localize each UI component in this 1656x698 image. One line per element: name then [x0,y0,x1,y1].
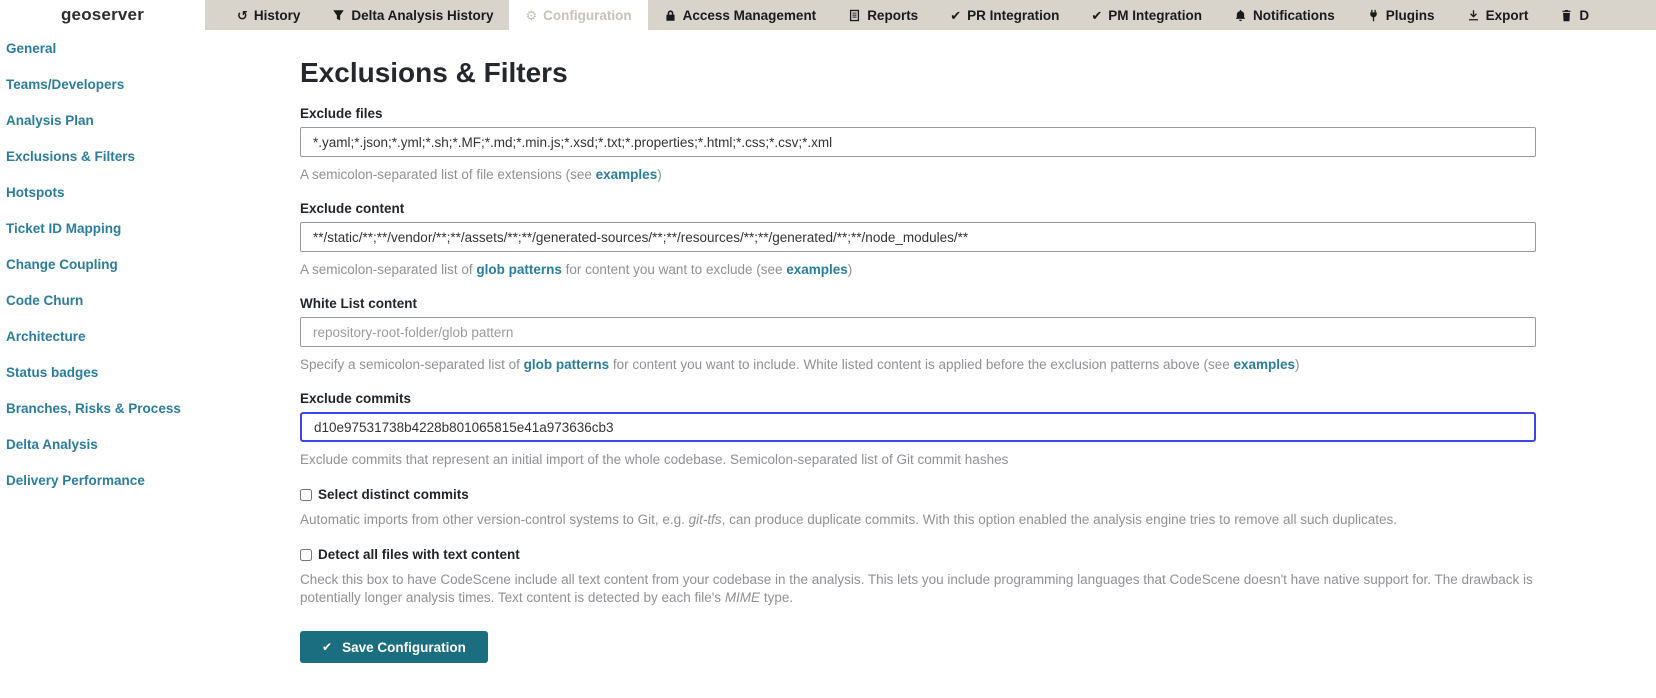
help-text: for content you want to include. White l… [609,357,1234,372]
trash-icon [1562,9,1571,21]
tab-export[interactable]: Export [1451,0,1545,30]
tab-pr-integration[interactable]: ✔ PR Integration [934,0,1075,30]
select-distinct-help: Automatic imports from other version-con… [300,511,1536,529]
exclude-commits-input[interactable] [300,412,1536,442]
exclude-files-field: Exclude files A semicolon-separated list… [300,106,1536,184]
sidebar-item-analysis-plan[interactable]: Analysis Plan [0,102,300,138]
mime-emphasis: MIME [724,590,761,605]
sidebar-item-status-badges[interactable]: Status badges [0,354,300,390]
exclude-content-input[interactable] [300,222,1536,252]
tab-delete-truncated[interactable]: D [1544,0,1605,30]
app-logo[interactable]: geoserver [61,5,144,25]
help-text: Automatic imports from other version-con… [300,512,689,527]
sidebar-item-delta-analysis[interactable]: Delta Analysis [0,426,300,462]
help-text: A semicolon-separated list of [300,262,477,277]
tab-label: Notifications [1253,7,1335,23]
help-text: for content you want to exclude (see [561,262,787,277]
select-distinct-label: Select distinct commits [318,487,469,502]
tab-label: Access Management [682,7,817,23]
exclude-content-help: A semicolon-separated list of glob patte… [300,261,1536,279]
help-text: A semicolon-separated list of file exten… [300,167,596,182]
detect-text-row: Detect all files with text content [300,547,1536,562]
tab-delta-analysis-history[interactable]: Delta Analysis History [316,0,509,30]
tab-label: Export [1485,7,1529,23]
save-configuration-button[interactable]: ✔ Save Configuration [300,631,488,663]
tab-access-management[interactable]: Access Management [648,0,833,30]
lock-icon [666,9,675,21]
tab-label: Configuration [543,7,632,23]
exclude-content-field: Exclude content A semicolon-separated li… [300,201,1536,279]
main-content: Exclusions & Filters Exclude files A sem… [300,30,1536,663]
tab-label: PM Integration [1108,7,1203,23]
help-text: type. [760,590,794,605]
examples-link[interactable]: examples [596,167,658,182]
exclude-commits-help: Exclude commits that represent an initia… [300,452,1009,467]
sidebar-item-branches-risks-process[interactable]: Branches, Risks & Process [0,390,300,426]
select-distinct-row: Select distinct commits [300,487,1536,502]
white-list-help: Specify a semicolon-separated list of gl… [300,356,1536,374]
detect-text-help: Check this box to have CodeScene include… [300,571,1536,607]
help-text: ) [1295,357,1300,372]
tab-pm-integration[interactable]: ✔ PM Integration [1075,0,1218,30]
tab-label: History [253,7,301,23]
sidebar-item-ticket-id-mapping[interactable]: Ticket ID Mapping [0,210,300,246]
tab-history[interactable]: ↺ History [221,0,316,30]
select-distinct-checkbox[interactable] [300,488,312,501]
tab-label: PR Integration [967,7,1060,23]
config-sidebar: General Teams/Developers Analysis Plan E… [0,30,300,498]
help-text: ) [847,262,853,277]
exclude-content-label: Exclude content [300,201,405,216]
examples-link[interactable]: examples [1234,357,1296,372]
sidebar-item-architecture[interactable]: Architecture [0,318,300,354]
exclude-commits-label: Exclude commits [300,391,412,406]
check-icon: ✔ [950,7,962,23]
sidebar-item-change-coupling[interactable]: Change Coupling [0,246,300,282]
sidebar-item-general[interactable]: General [0,30,300,66]
white-list-input[interactable] [300,317,1536,347]
tab-label: Delta Analysis History [351,7,494,23]
detect-text-checkbox[interactable] [300,548,312,561]
sidebar-item-hotspots[interactable]: Hotspots [0,174,300,210]
help-text: ) [657,167,662,182]
tab-label: D [1579,7,1590,23]
tab-label: Plugins [1385,7,1435,23]
detect-text-label: Detect all files with text content [318,547,520,562]
page-title: Exclusions & Filters [300,57,568,88]
top-nav-tabs: ↺ History Delta Analysis History ⚙ Confi… [205,0,1656,30]
tab-notifications[interactable]: Notifications [1218,0,1351,30]
history-icon: ↺ [237,7,248,23]
check-icon: ✔ [322,640,333,654]
tab-configuration[interactable]: ⚙ Configuration [509,0,648,30]
examples-link[interactable]: examples [786,262,848,277]
tab-label: Reports [867,7,919,23]
exclude-files-help: A semicolon-separated list of file exten… [300,166,1536,184]
sidebar-item-delivery-performance[interactable]: Delivery Performance [0,462,300,498]
glob-patterns-link[interactable]: glob patterns [524,357,610,372]
help-text: , can produce duplicate commits. With th… [721,512,1398,527]
sidebar-item-exclusions-filters[interactable]: Exclusions & Filters [0,138,300,174]
filter-icon [333,9,345,20]
help-text: Specify a semicolon-separated list of [300,357,524,372]
exclude-commits-field: Exclude commits Exclude commits that rep… [300,391,1536,469]
exclude-files-label: Exclude files [300,106,383,121]
git-tfs-emphasis: git-tfs [688,512,722,527]
check-icon: ✔ [1091,7,1103,23]
logo-area: geoserver [0,0,205,30]
gears-icon: ⚙ [525,7,538,23]
tab-reports[interactable]: Reports [832,0,934,30]
download-icon [1468,9,1478,20]
report-icon [850,9,860,21]
sidebar-item-teams-developers[interactable]: Teams/Developers [0,66,300,102]
bell-icon [1235,9,1246,21]
tab-plugins[interactable]: Plugins [1351,0,1451,30]
glob-patterns-link[interactable]: glob patterns [476,262,562,277]
white-list-field: White List content Specify a semicolon-s… [300,296,1536,374]
white-list-label: White List content [300,296,417,311]
top-bar: geoserver ↺ History Delta Analysis Histo… [0,0,1656,30]
exclude-files-input[interactable] [300,127,1536,157]
save-button-label: Save Configuration [342,639,466,655]
help-text: Check this box to have CodeScene include… [300,572,1533,605]
sidebar-item-code-churn[interactable]: Code Churn [0,282,300,318]
plug-icon [1370,9,1377,21]
